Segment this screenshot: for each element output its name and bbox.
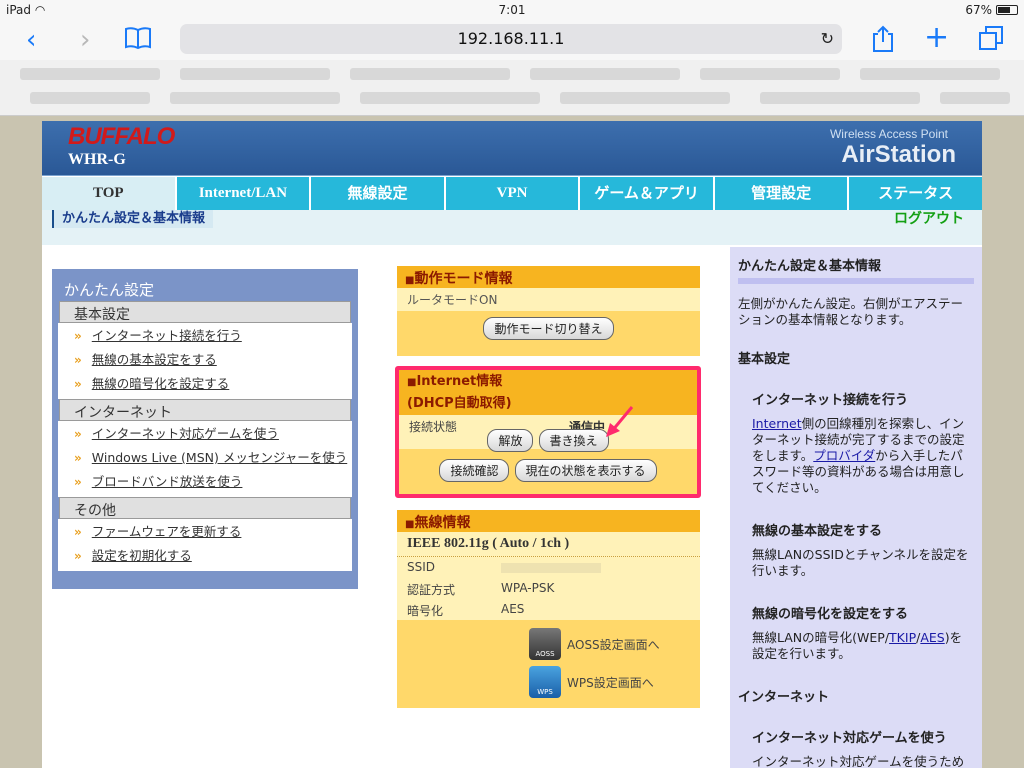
back-icon[interactable]: ‹ xyxy=(26,26,36,54)
forward-icon[interactable]: › xyxy=(80,26,90,54)
help-section-basic: 基本設定 xyxy=(738,352,791,367)
main-nav: TOP Internet/LAN 無線設定 VPN ゲーム＆アプリ 管理設定 ス… xyxy=(42,177,982,210)
tab-game-app[interactable]: ゲーム＆アプリ xyxy=(580,177,715,210)
wireless-panel: ■無線情報 IEEE 802.11g ( Auto / 1ch ) SSID 認… xyxy=(397,510,700,708)
internet-title: ■Internet情報 xyxy=(399,370,697,389)
help-section-internet: インターネット xyxy=(738,690,830,705)
help-divider xyxy=(738,278,974,284)
clock: 7:01 xyxy=(498,3,526,17)
aoss-link[interactable]: AOSS AOSS設定画面へ xyxy=(529,628,660,660)
help-intro: 左側がかんたん設定。右側がエアステーションの基本情報となります。 xyxy=(738,296,964,327)
help-text-internet: Internet側の回線種別を探索し、インターネット接続が完了するまでの設定をし… xyxy=(752,416,965,495)
buffalo-logo: BUFFALO xyxy=(68,123,175,150)
tab-wireless[interactable]: 無線設定 xyxy=(311,177,446,210)
tabs-icon[interactable] xyxy=(978,25,1004,57)
internet-method: (DHCP自動取得) xyxy=(399,388,697,415)
link-broadband[interactable]: » ブロードバンド放送を使う xyxy=(58,471,352,495)
url-text: 192.168.11.1 xyxy=(457,29,565,48)
arrow-icon: » xyxy=(74,525,82,539)
battery-status: 67% xyxy=(965,3,1018,17)
encryption-row: 暗号化 AES xyxy=(397,599,700,620)
section-other: その他 xyxy=(59,497,351,519)
address-bar[interactable]: 192.168.11.1 ↻ xyxy=(180,24,842,54)
internet-link[interactable]: Internet xyxy=(752,416,802,431)
easy-setup-panel: かんたん設定 基本設定 » インターネット接続を行う » 無線の基本設定をする » 無… xyxy=(52,269,358,589)
internet-panel: ■Internet情報 (DHCP自動取得) 接続状態 通信中 解放 書き換え 接… xyxy=(395,366,701,498)
mode-status: ルータモードON xyxy=(397,288,700,311)
connection-check-button[interactable]: 接続確認 xyxy=(439,459,510,482)
tab-top[interactable]: TOP xyxy=(42,177,177,210)
model-name: WHR-G xyxy=(68,151,126,168)
reload-icon[interactable]: ↻ xyxy=(821,24,834,54)
help-heading-wireless: 無線の基本設定をする xyxy=(752,524,883,539)
aes-link[interactable]: AES xyxy=(920,630,944,645)
help-heading-internet: インターネット接続を行う xyxy=(752,393,909,408)
tkip-link[interactable]: TKIP xyxy=(889,630,916,645)
show-status-button[interactable]: 現在の状態を表示する xyxy=(514,459,657,482)
tab-status[interactable]: ステータス xyxy=(849,177,982,210)
tab-admin[interactable]: 管理設定 xyxy=(714,177,850,210)
airstation-logo: AirStation xyxy=(841,141,956,168)
bookmarks-bar-blurred xyxy=(0,60,1024,116)
link-internet-connection[interactable]: » インターネット接続を行う xyxy=(58,325,352,349)
battery-icon xyxy=(996,5,1018,15)
ssid-row: SSID xyxy=(397,557,700,578)
link-reset[interactable]: » 設定を初期化する xyxy=(58,545,352,569)
ios-status-bar: iPad ◠ 7:01 67% xyxy=(0,0,1024,20)
arrow-icon: » xyxy=(74,427,82,441)
sub-bar: かんたん設定＆基本情報 ログアウト xyxy=(42,210,982,245)
tab-vpn[interactable]: VPN xyxy=(445,177,581,210)
wireless-standard: IEEE 802.11g ( Auto / 1ch ) xyxy=(397,532,700,557)
help-heading-encryption: 無線の暗号化を設定をする xyxy=(752,607,909,622)
help-title: かんたん設定＆基本情報 xyxy=(738,259,882,274)
arrow-icon: » xyxy=(74,329,82,343)
section-internet: インターネット xyxy=(59,399,351,421)
auth-row: 認証方式 WPA-PSK xyxy=(397,578,700,599)
rewrite-button[interactable]: 書き換え xyxy=(538,429,609,452)
annotation-arrow-icon xyxy=(606,406,634,437)
arrow-icon: » xyxy=(74,353,82,367)
link-wireless-encryption[interactable]: » 無線の暗号化を設定する xyxy=(58,373,352,397)
help-text-game: インターネット対応ゲームを使うため xyxy=(752,754,965,768)
mode-panel: ■動作モード情報 ルータモードON 動作モード切り替え xyxy=(397,266,700,356)
link-firmware[interactable]: » ファームウェアを更新する xyxy=(58,521,352,545)
help-text-encryption: 無線LANの暗号化(WEP/TKIP/AES)を設定を行います。 xyxy=(752,630,963,661)
arrow-icon: » xyxy=(74,549,82,563)
link-wireless-basic[interactable]: » 無線の基本設定をする xyxy=(58,349,352,373)
product-tagline: Wireless Access Point xyxy=(829,127,948,141)
wps-link[interactable]: WPS WPS設定画面へ xyxy=(529,666,654,698)
logout-link[interactable]: ログアウト xyxy=(894,210,964,228)
browser-toolbar: ‹ › 192.168.11.1 ↻ + xyxy=(0,20,1024,60)
router-admin-page: BUFFALO WHR-G Wireless Access Point AirS… xyxy=(42,121,982,768)
help-sidebar: かんたん設定＆基本情報 左側がかんたん設定。右側がエアステーションの基本情報とな… xyxy=(730,247,982,768)
arrow-icon: » xyxy=(74,451,82,465)
wps-icon: WPS xyxy=(529,666,561,698)
arrow-icon: » xyxy=(74,377,82,391)
current-page-label: かんたん設定＆基本情報 xyxy=(52,210,214,228)
link-messenger[interactable]: » Windows Live (MSN) メッセンジャーを使う xyxy=(58,447,352,471)
bookmarks-icon[interactable] xyxy=(124,26,152,56)
aoss-icon: AOSS xyxy=(529,628,561,660)
header-banner: BUFFALO WHR-G Wireless Access Point AirS… xyxy=(42,121,982,176)
help-text-wireless: 無線LANのSSIDとチャンネルを設定を行います。 xyxy=(752,547,969,578)
release-button[interactable]: 解放 xyxy=(487,429,534,452)
mode-title: ■動作モード情報 xyxy=(397,266,700,288)
link-online-game[interactable]: » インターネット対応ゲームを使う xyxy=(58,423,352,447)
share-icon[interactable] xyxy=(872,25,894,59)
help-heading-game: インターネット対応ゲームを使う xyxy=(752,731,947,746)
section-basic: 基本設定 xyxy=(59,301,351,323)
easy-setup-title: かんたん設定 xyxy=(64,281,155,299)
tab-internet-lan[interactable]: Internet/LAN xyxy=(176,177,312,210)
arrow-icon: » xyxy=(74,475,82,489)
new-tab-icon[interactable]: + xyxy=(924,23,949,53)
mode-switch-button[interactable]: 動作モード切り替え xyxy=(483,317,614,340)
provider-link[interactable]: プロバイダ xyxy=(813,448,875,463)
wireless-title: ■無線情報 xyxy=(397,510,700,532)
